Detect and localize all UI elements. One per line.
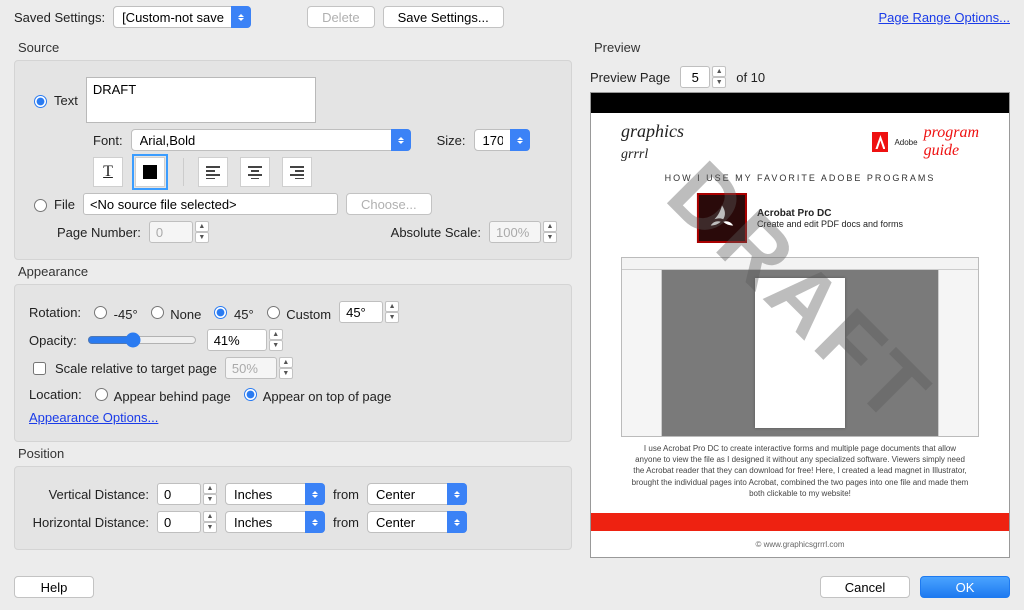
absolute-scale-label: Absolute Scale: [391, 225, 481, 240]
file-path-input[interactable] [83, 193, 338, 215]
vertical-distance-stepper[interactable]: ▲▼ [157, 483, 217, 505]
preview-page-label: Preview Page [590, 70, 670, 85]
adobe-logo-icon [872, 132, 888, 152]
from-label: from [333, 515, 359, 530]
font-label: Font: [93, 133, 123, 148]
opacity-label: Opacity: [29, 333, 77, 348]
underline-icon[interactable]: T [93, 157, 123, 187]
source-panel: Text DRAFT Font: Arial,Bold Size: 170 [14, 60, 572, 260]
rotation-label: Rotation: [29, 305, 81, 320]
position-panel: Vertical Distance: ▲▼ Inches from Center… [14, 466, 572, 550]
graphics-grrrl-logo: graphicsgrrrl [621, 121, 684, 163]
appearance-title: Appearance [18, 264, 572, 279]
program-guide-logo: programguide [924, 124, 979, 160]
appearance-panel: Rotation: -45° None 45° Custom ▲▼ Opacit… [14, 284, 572, 442]
size-select[interactable]: 170 [474, 129, 530, 151]
rotation-custom-radio[interactable] [267, 306, 280, 319]
rotation-custom-stepper[interactable]: ▲▼ [339, 301, 399, 323]
absolute-scale-stepper[interactable]: ▲▼ [489, 221, 557, 243]
vertical-distance-label: Vertical Distance: [29, 487, 149, 502]
horizontal-distance-label: Horizontal Distance: [29, 515, 149, 530]
scale-relative-label: Scale relative to target page [55, 361, 217, 376]
scale-relative-checkbox[interactable] [33, 362, 46, 375]
choose-button[interactable]: Choose... [346, 193, 432, 215]
position-title: Position [18, 446, 572, 461]
save-settings-button[interactable]: Save Settings... [383, 6, 504, 28]
source-title: Source [18, 40, 572, 55]
text-radio[interactable] [34, 95, 47, 108]
scale-relative-stepper[interactable]: ▲▼ [225, 357, 293, 379]
preview-footer: © www.graphicsgrrrl.com [591, 531, 1009, 557]
horizontal-distance-stepper[interactable]: ▲▼ [157, 511, 217, 533]
ok-button[interactable]: OK [920, 576, 1010, 598]
horizontal-unit-select[interactable]: Inches [225, 511, 325, 533]
vertical-unit-select[interactable]: Inches [225, 483, 325, 505]
preview-canvas: graphicsgrrrl Adobe programguide HOW I U… [590, 92, 1010, 558]
text-radio-label: Text [54, 93, 78, 108]
delete-button[interactable]: Delete [307, 6, 375, 28]
saved-settings-select[interactable]: [Custom-not saved] [113, 6, 251, 28]
horizontal-from-select[interactable]: Center [367, 511, 467, 533]
preview-page-stepper[interactable]: ▲▼ [680, 66, 726, 88]
preview-title: Preview [594, 40, 1010, 55]
rotation-45-radio[interactable] [214, 306, 227, 319]
preview-body-text: I use Acrobat Pro DC to create interacti… [631, 443, 969, 499]
opacity-slider[interactable] [87, 332, 197, 348]
location-label: Location: [29, 387, 82, 402]
cancel-button[interactable]: Cancel [820, 576, 910, 598]
text-color-icon[interactable] [135, 157, 165, 187]
watermark-text-input[interactable]: DRAFT [86, 77, 316, 123]
font-select[interactable]: Arial,Bold [131, 129, 411, 151]
page-number-label: Page Number: [57, 225, 141, 240]
rotation-m45-radio[interactable] [94, 306, 107, 319]
help-button[interactable]: Help [14, 576, 94, 598]
file-radio-label: File [54, 197, 75, 212]
align-center-icon[interactable] [240, 157, 270, 187]
from-label: from [333, 487, 359, 502]
file-radio[interactable] [34, 199, 47, 212]
rotation-none-radio[interactable] [151, 306, 164, 319]
page-number-stepper[interactable]: ▲▼ [149, 221, 209, 243]
opacity-stepper[interactable]: ▲▼ [207, 329, 283, 351]
divider [183, 158, 184, 186]
page-range-options-link[interactable]: Page Range Options... [878, 10, 1010, 25]
align-left-icon[interactable] [198, 157, 228, 187]
saved-settings-label: Saved Settings: [14, 10, 105, 25]
location-ontop-radio[interactable] [244, 388, 257, 401]
location-behind-radio[interactable] [95, 388, 108, 401]
preview-of-label: of 10 [736, 70, 765, 85]
size-label: Size: [437, 133, 466, 148]
preview-subhead: HOW I USE MY FAVORITE ADOBE PROGRAMS [591, 173, 1009, 183]
align-right-icon[interactable] [282, 157, 312, 187]
appearance-options-link[interactable]: Appearance Options... [29, 410, 158, 425]
vertical-from-select[interactable]: Center [367, 483, 467, 505]
